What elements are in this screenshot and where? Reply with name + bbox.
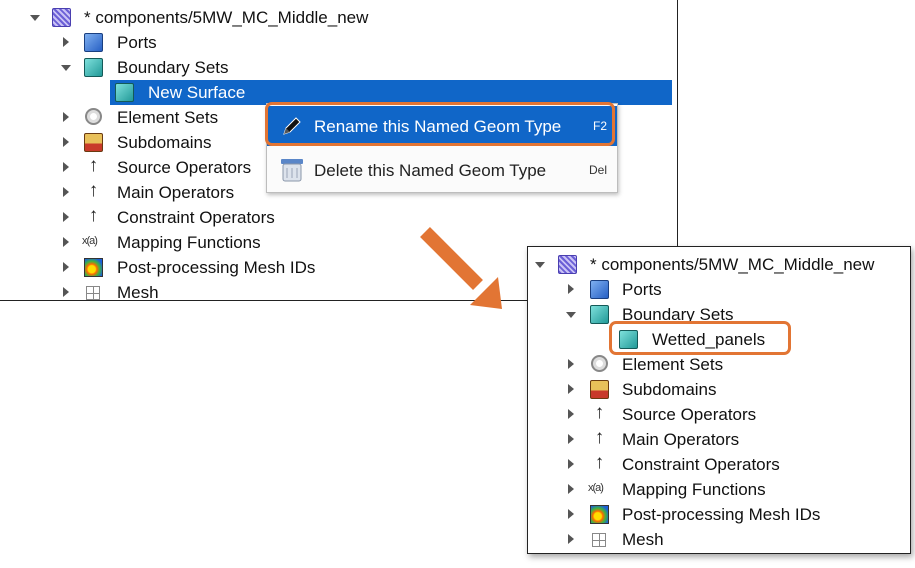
tree-item-ports[interactable]: Ports bbox=[528, 277, 910, 302]
tree-item-mesh[interactable]: Mesh bbox=[528, 527, 910, 552]
expand-arrow-icon[interactable] bbox=[568, 534, 574, 544]
renamed-item-highlight-box bbox=[609, 321, 791, 355]
tree-panel-after: * components/5MW_MC_Middle_new Ports Bou… bbox=[527, 246, 911, 554]
mesh-grid-icon bbox=[592, 533, 606, 547]
tree-item-element-sets[interactable]: Element Sets bbox=[528, 352, 910, 377]
tree-item-subdomains[interactable]: Subdomains bbox=[528, 377, 910, 402]
tree-root-label: * components/5MW_MC_Middle_new bbox=[590, 255, 875, 274]
component-icon bbox=[558, 255, 577, 274]
operator-arrow-icon: ↑ bbox=[594, 427, 605, 448]
tree-item-source-operators[interactable]: ↑ Source Operators bbox=[528, 402, 910, 427]
tree-item-main-operators[interactable]: ↑ Main Operators bbox=[528, 427, 910, 452]
hexagon-icon bbox=[591, 355, 608, 372]
expand-arrow-icon[interactable] bbox=[568, 459, 574, 469]
subdomain-icon bbox=[590, 380, 609, 399]
operator-arrow-icon: ↑ bbox=[594, 452, 605, 473]
expand-arrow-icon[interactable] bbox=[568, 384, 574, 394]
collapse-arrow-icon[interactable] bbox=[566, 312, 576, 318]
tree-item-mapping-functions[interactable]: x(a) Mapping Functions bbox=[528, 477, 910, 502]
tree-item-constraint-operators[interactable]: ↑ Constraint Operators bbox=[528, 452, 910, 477]
cube-teal-icon bbox=[590, 305, 609, 324]
mapping-function-icon: x(a) bbox=[588, 482, 604, 494]
expand-arrow-icon[interactable] bbox=[568, 284, 574, 294]
tree-root[interactable]: * components/5MW_MC_Middle_new bbox=[528, 252, 910, 277]
expand-arrow-icon[interactable] bbox=[568, 484, 574, 494]
post-processing-icon bbox=[590, 505, 609, 524]
cube-blue-icon bbox=[590, 280, 609, 299]
tree-item-post-processing[interactable]: Post-processing Mesh IDs bbox=[528, 502, 910, 527]
expand-arrow-icon[interactable] bbox=[568, 409, 574, 419]
expand-arrow-icon[interactable] bbox=[568, 509, 574, 519]
collapse-arrow-icon[interactable] bbox=[535, 262, 545, 268]
expand-arrow-icon[interactable] bbox=[568, 434, 574, 444]
expand-arrow-icon[interactable] bbox=[568, 359, 574, 369]
operator-arrow-icon: ↑ bbox=[594, 402, 605, 423]
